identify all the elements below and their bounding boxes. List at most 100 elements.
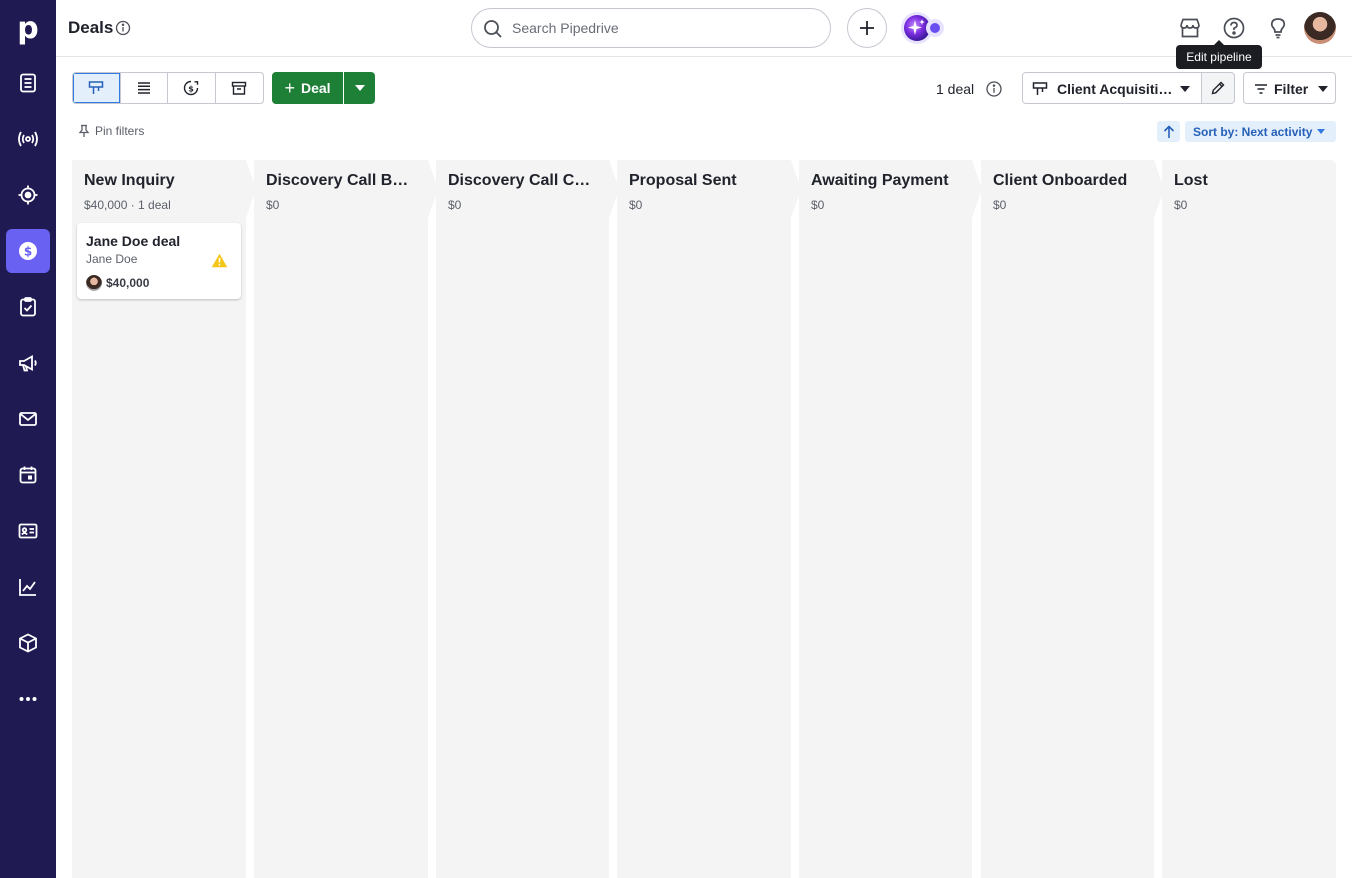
pipedrive-logo[interactable]: p xyxy=(0,0,56,56)
sidebar-item-products[interactable] xyxy=(6,621,50,665)
stage-column: New Inquiry $40,000 · 1 deal Jane Doe de… xyxy=(72,160,246,878)
svg-text:$: $ xyxy=(188,84,194,93)
arrow-up-icon xyxy=(1163,124,1174,138)
ai-assistant-icon[interactable] xyxy=(897,8,949,48)
broadcast-icon xyxy=(18,131,38,147)
search-icon xyxy=(484,20,502,38)
deals-icon: $ xyxy=(19,242,37,260)
stage-title: Lost xyxy=(1174,172,1208,189)
chevron-down-icon xyxy=(1318,86,1328,92)
activities-icon xyxy=(20,297,36,317)
pipeline-view-icon xyxy=(89,81,104,94)
leads-icon xyxy=(20,73,36,93)
sidebar-item-campaigns[interactable] xyxy=(6,341,50,385)
projects-icon xyxy=(18,185,38,205)
stage-column: Discovery Call Completed $0 xyxy=(436,160,609,878)
stage-column: Proposal Sent $0 xyxy=(617,160,791,878)
stage-title: Proposal Sent xyxy=(629,172,737,189)
sidebar-item-activities[interactable] xyxy=(6,285,50,329)
chevron-down-icon xyxy=(1180,86,1190,92)
warning-icon[interactable] xyxy=(211,253,228,268)
stage-column: Awaiting Payment $0 xyxy=(799,160,972,878)
add-deal-label: Deal xyxy=(300,80,331,96)
deal-person: Jane Doe xyxy=(86,252,138,266)
stage-title: New Inquiry xyxy=(84,172,175,189)
search-input[interactable] xyxy=(512,18,812,38)
sidebar-item-contacts[interactable] xyxy=(6,509,50,553)
chevron-down-icon xyxy=(1317,129,1326,134)
stage-title: Discovery Call Booked xyxy=(266,172,416,189)
deal-card[interactable]: Jane Doe deal Jane Doe $40,000 xyxy=(77,223,241,299)
contacts-icon xyxy=(18,523,38,539)
search-bar[interactable] xyxy=(471,8,831,48)
filter-label: Filter xyxy=(1274,81,1309,97)
stage-summary: $0 xyxy=(448,198,462,212)
sidebar-item-leads[interactable] xyxy=(6,61,50,105)
stage-column: Lost $0 xyxy=(1162,160,1336,878)
user-avatar[interactable] xyxy=(1304,12,1336,44)
mail-icon xyxy=(19,412,37,426)
help-icon xyxy=(1223,17,1245,39)
svg-text:$: $ xyxy=(24,245,32,259)
plus-icon xyxy=(860,21,874,35)
marketplace-icon xyxy=(1180,18,1200,38)
sidebar-item-mail[interactable] xyxy=(6,397,50,441)
add-deal-options-button[interactable] xyxy=(344,72,375,104)
calendar-icon xyxy=(19,466,37,484)
top-header: Deals xyxy=(56,0,1352,57)
more-icon xyxy=(19,697,37,701)
filter-button[interactable]: Filter xyxy=(1243,72,1336,104)
page-title: Deals xyxy=(68,18,114,37)
stage-summary: $0 xyxy=(266,198,280,212)
edit-pipeline-button[interactable] xyxy=(1201,72,1235,104)
info-icon[interactable] xyxy=(985,80,1003,98)
pipeline-view-button[interactable] xyxy=(73,73,121,103)
pipeline-select[interactable]: Client Acquisition xyxy=(1022,72,1202,104)
add-deal-button[interactable]: + Deal xyxy=(272,72,343,104)
forecast-view-button[interactable]: $ xyxy=(168,73,216,103)
sidebar-item-deals[interactable]: $ xyxy=(6,229,50,273)
pipeline-name: Client Acquisition xyxy=(1057,81,1173,97)
deal-title[interactable]: Jane Doe deal xyxy=(86,233,180,249)
help-button[interactable] xyxy=(1221,15,1247,41)
pipeline-board: New Inquiry $40,000 · 1 deal Jane Doe de… xyxy=(72,160,1336,878)
filter-icon xyxy=(1255,84,1267,94)
sort-by-label: Sort by: Next activity xyxy=(1193,124,1313,139)
archive-view-button[interactable] xyxy=(216,73,263,103)
lightbulb-icon xyxy=(1270,18,1286,39)
owner-avatar xyxy=(86,275,102,291)
pin-filters-label: Pin filters xyxy=(95,124,145,138)
marketplace-button[interactable] xyxy=(1177,15,1203,41)
sidebar-item-projects[interactable] xyxy=(6,173,50,217)
stage-summary: $0 xyxy=(629,198,643,212)
sidebar-item-calendar[interactable] xyxy=(6,453,50,497)
sidebar: p $ xyxy=(0,0,56,878)
list-view-button[interactable] xyxy=(121,73,168,103)
sort-by-button[interactable]: Sort by: Next activity xyxy=(1185,121,1336,142)
stage-title: Awaiting Payment xyxy=(811,172,949,189)
chevron-down-icon xyxy=(354,85,365,91)
archive-icon xyxy=(232,81,247,95)
campaigns-icon xyxy=(19,354,37,372)
tips-button[interactable] xyxy=(1265,15,1291,41)
insights-icon xyxy=(19,579,36,596)
sidebar-item-more[interactable] xyxy=(6,677,50,721)
sidebar-item-broadcast[interactable] xyxy=(6,117,50,161)
quick-add-button[interactable] xyxy=(847,8,887,48)
stage-summary: $0 xyxy=(811,198,825,212)
list-view-icon xyxy=(137,82,150,94)
deal-value: $40,000 xyxy=(106,276,150,290)
pipeline-icon xyxy=(1032,82,1048,95)
products-icon xyxy=(19,633,37,653)
info-icon[interactable] xyxy=(115,20,131,36)
stage-column: Discovery Call Booked $0 xyxy=(254,160,428,878)
sort-direction-button[interactable] xyxy=(1157,121,1180,142)
pin-icon xyxy=(78,124,90,137)
pencil-icon xyxy=(1211,81,1225,95)
stage-title: Discovery Call Completed xyxy=(448,172,598,189)
stage-summary: $0 xyxy=(1174,198,1188,212)
stage-column: Client Onboarded $0 xyxy=(981,160,1154,878)
stage-summary: $40,000 · 1 deal xyxy=(84,198,171,212)
pin-filters-button[interactable]: Pin filters xyxy=(78,124,144,138)
sidebar-item-insights[interactable] xyxy=(6,565,50,609)
